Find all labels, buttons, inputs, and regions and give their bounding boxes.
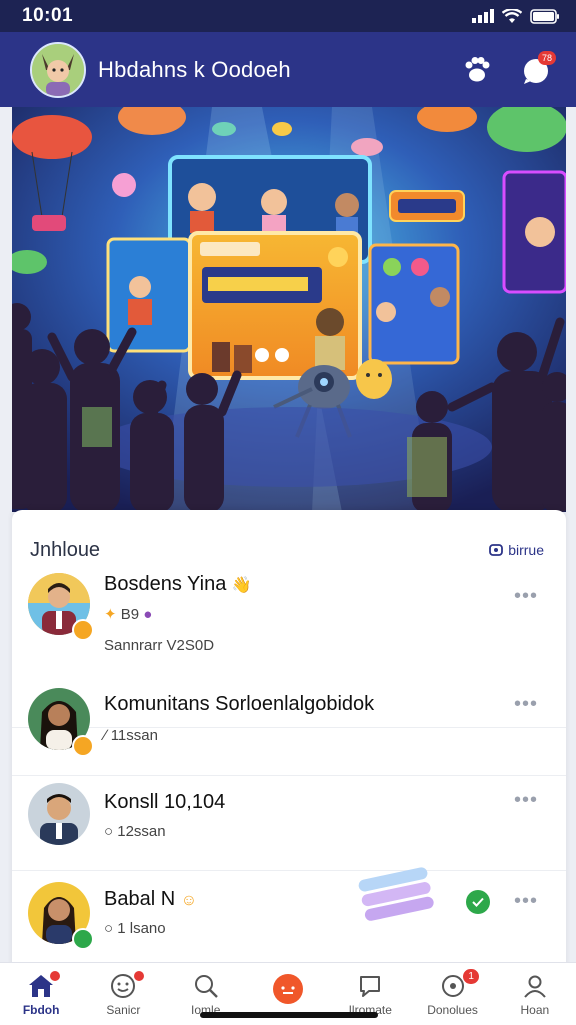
banner-illustration xyxy=(12,107,566,512)
feed-link[interactable]: birrue xyxy=(489,542,544,558)
status-badge xyxy=(72,619,94,641)
nav-dot-badge xyxy=(50,971,60,981)
divider xyxy=(12,870,566,871)
battery-icon xyxy=(530,8,559,24)
nav-home[interactable]: Fbdoh xyxy=(0,963,82,1025)
notifications-button[interactable]: 78 xyxy=(516,49,558,91)
more-options-icon[interactable]: ••• xyxy=(514,789,538,812)
nav-notifications[interactable]: 1 Donolues xyxy=(411,963,493,1025)
feed-title: Jnhloue xyxy=(30,538,101,561)
divider xyxy=(12,775,566,776)
contact-name: Bosdens Yina 👋 xyxy=(104,573,252,595)
status-badge xyxy=(72,735,94,757)
emoji-icon xyxy=(111,974,136,998)
create-icon xyxy=(272,974,303,1004)
contact-meta: ∕ 11ssan xyxy=(104,727,158,744)
nav-label: Hoan xyxy=(520,1003,550,1017)
status-bar: 10:01 xyxy=(0,0,576,32)
hero-banner[interactable] xyxy=(12,107,566,512)
link-icon: ∕ xyxy=(104,727,107,744)
contact-name: Konsll 10,104 xyxy=(104,791,226,813)
chat-icon xyxy=(360,976,381,997)
nav-label: Fbdoh xyxy=(22,1003,60,1017)
clap-icon: ✦ xyxy=(104,606,117,623)
list-item[interactable]: Komunitans Sorloenlalgobidok ∕ 11ssan ••… xyxy=(12,685,566,785)
smile-icon: ☺ xyxy=(180,892,198,909)
app-header: Hbdahns k Oodoeh 78 xyxy=(0,32,576,107)
home-indicator[interactable] xyxy=(200,1012,378,1018)
more-options-icon[interactable]: ••• xyxy=(514,890,538,913)
contact-avatar xyxy=(28,783,90,845)
paw-button[interactable] xyxy=(456,49,498,91)
notification-icon xyxy=(441,975,464,997)
profile-icon xyxy=(524,975,546,998)
status-time: 10:01 xyxy=(22,5,74,26)
nav-count-badge: 1 xyxy=(463,969,479,984)
feed-header: Jnhloue birrue xyxy=(12,510,566,570)
contact-name: Komunitans Sorloenlalgobidok xyxy=(104,693,375,715)
waving-hand-icon: 👋 xyxy=(231,577,252,594)
paw-icon xyxy=(465,56,490,81)
contact-detail: Sannrarr V2S0D xyxy=(104,637,215,654)
nav-emoji[interactable]: Sanicr xyxy=(82,963,164,1025)
nav-label: Donolues xyxy=(427,1003,478,1017)
signal-icon xyxy=(472,9,494,23)
status-icons xyxy=(472,8,560,24)
contact-meta: ○ 12ssan xyxy=(104,823,166,840)
app-title: Hbdahns k Oodoeh xyxy=(98,56,291,82)
notification-badge: 78 xyxy=(537,50,556,65)
list-item[interactable]: Bosdens Yina 👋 ✦ B9 ● Sannrarr V2S0D ••• xyxy=(12,565,566,728)
clock-icon: ○ xyxy=(104,823,114,840)
contact-meta: ✦ B9 ● xyxy=(104,606,153,623)
nav-profile[interactable]: Hoan xyxy=(494,963,576,1025)
user-avatar[interactable] xyxy=(30,41,86,98)
search-icon xyxy=(194,975,218,998)
wifi-icon xyxy=(502,8,522,23)
status-badge xyxy=(72,928,94,950)
read-check-icon xyxy=(466,890,490,914)
nav-dot-badge xyxy=(134,971,145,981)
nav-label: Sanicr xyxy=(106,1003,141,1017)
list-item[interactable]: Konsll 10,104 ○ 12ssan ••• xyxy=(12,783,566,883)
clock-icon: ○ xyxy=(104,920,114,937)
more-options-icon[interactable]: ••• xyxy=(514,585,538,608)
sticker-icon: ● xyxy=(143,606,153,623)
feed-card: Jnhloue birrue Bosdens Yina 👋 ✦ B9 ● San… xyxy=(12,510,566,970)
feed-link-label: birrue xyxy=(508,542,544,558)
more-options-icon[interactable]: ••• xyxy=(514,693,538,716)
contact-meta: ○ 1 lsano xyxy=(104,920,166,937)
contact-name: Babal N ☺ xyxy=(104,888,198,910)
camera-icon xyxy=(489,544,504,556)
